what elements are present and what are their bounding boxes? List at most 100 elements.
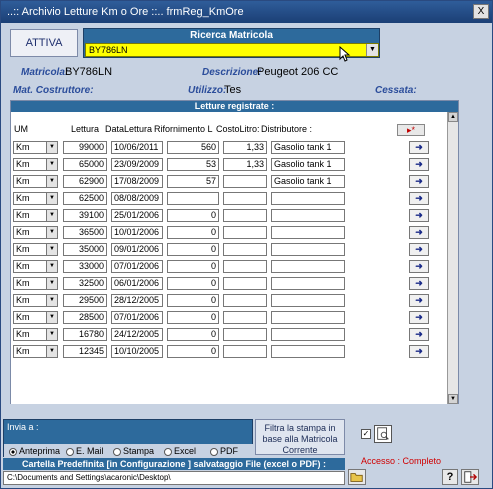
- distributore-field[interactable]: Gasolio tank 1: [271, 141, 345, 154]
- um-combo[interactable]: Km: [13, 243, 47, 256]
- arrow-right-icon[interactable]: ➜: [409, 141, 429, 154]
- distributore-field[interactable]: Gasolio tank 1: [271, 158, 345, 171]
- um-combo[interactable]: Km: [13, 158, 47, 171]
- distributore-field[interactable]: [271, 209, 345, 222]
- data-lettura-field[interactable]: 07/01/2006: [111, 311, 163, 324]
- rifornimento-field[interactable]: 0: [167, 277, 219, 290]
- arrow-right-icon[interactable]: ➜: [409, 243, 429, 256]
- data-lettura-field[interactable]: 24/12/2005: [111, 328, 163, 341]
- rifornimento-field[interactable]: 0: [167, 226, 219, 239]
- chevron-down-icon[interactable]: ▼: [46, 192, 58, 205]
- distributore-field[interactable]: [271, 277, 345, 290]
- data-lettura-field[interactable]: 23/09/2009: [111, 158, 163, 171]
- costo-litro-field[interactable]: [223, 294, 267, 307]
- data-lettura-field[interactable]: 10/01/2006: [111, 226, 163, 239]
- lettura-field[interactable]: 28500: [63, 311, 107, 324]
- costo-litro-field[interactable]: [223, 260, 267, 273]
- rifornimento-field[interactable]: 0: [167, 260, 219, 273]
- costo-litro-field[interactable]: [223, 243, 267, 256]
- filtra-checkbox[interactable]: ✓: [361, 429, 371, 439]
- folder-open-icon[interactable]: [348, 469, 366, 485]
- costo-litro-field[interactable]: 1,33: [223, 158, 267, 171]
- data-lettura-field[interactable]: 08/08/2009: [111, 192, 163, 205]
- um-combo[interactable]: Km: [13, 192, 47, 205]
- arrow-right-icon[interactable]: ➜: [409, 311, 429, 324]
- costo-litro-field[interactable]: [223, 277, 267, 290]
- distributore-field[interactable]: [271, 226, 345, 239]
- chevron-down-icon[interactable]: ▼: [46, 294, 58, 307]
- radio-email[interactable]: E. Mail: [66, 446, 104, 456]
- rifornimento-field[interactable]: 0: [167, 328, 219, 341]
- arrow-right-icon[interactable]: ➜: [409, 260, 429, 273]
- lettura-field[interactable]: 36500: [63, 226, 107, 239]
- ricerca-matricola-combo[interactable]: BY786LN ▼: [85, 43, 379, 57]
- costo-litro-field[interactable]: [223, 192, 267, 205]
- data-lettura-field[interactable]: 10/10/2005: [111, 345, 163, 358]
- arrow-right-icon[interactable]: ➜: [409, 175, 429, 188]
- arrow-right-icon[interactable]: ➜: [409, 226, 429, 239]
- um-combo[interactable]: Km: [13, 141, 47, 154]
- um-combo[interactable]: Km: [13, 226, 47, 239]
- print-preview-icon[interactable]: [374, 425, 392, 443]
- um-combo[interactable]: Km: [13, 175, 47, 188]
- rifornimento-field[interactable]: 560: [167, 141, 219, 154]
- chevron-down-icon[interactable]: ▼: [46, 226, 58, 239]
- radio-anteprima[interactable]: Anteprima: [9, 446, 60, 456]
- costo-litro-field[interactable]: [223, 311, 267, 324]
- rifornimento-field[interactable]: 0: [167, 243, 219, 256]
- lettura-field[interactable]: 16780: [63, 328, 107, 341]
- costo-litro-field[interactable]: [223, 209, 267, 222]
- chevron-down-icon[interactable]: ▼: [46, 209, 58, 222]
- scroll-up-icon[interactable]: ▲: [448, 112, 458, 122]
- attiva-button[interactable]: ATTIVA: [10, 29, 78, 57]
- um-combo[interactable]: Km: [13, 277, 47, 290]
- lettura-field[interactable]: 62900: [63, 175, 107, 188]
- data-lettura-field[interactable]: 06/01/2006: [111, 277, 163, 290]
- data-lettura-field[interactable]: 07/01/2006: [111, 260, 163, 273]
- lettura-field[interactable]: 12345: [63, 345, 107, 358]
- lettura-field[interactable]: 35000: [63, 243, 107, 256]
- distributore-field[interactable]: [271, 260, 345, 273]
- chevron-down-icon[interactable]: ▼: [46, 175, 58, 188]
- distributore-field[interactable]: [271, 345, 345, 358]
- data-lettura-field[interactable]: 25/01/2006: [111, 209, 163, 222]
- lettura-field[interactable]: 32500: [63, 277, 107, 290]
- distributore-field[interactable]: [271, 192, 345, 205]
- help-button[interactable]: ?: [442, 469, 458, 485]
- costo-litro-field[interactable]: [223, 175, 267, 188]
- cartella-path-field[interactable]: C:\Documents and Settings\acaronic\Deskt…: [3, 471, 345, 485]
- arrow-right-icon[interactable]: ➜: [409, 294, 429, 307]
- arrow-right-icon[interactable]: ➜: [409, 192, 429, 205]
- chevron-down-icon[interactable]: ▼: [46, 345, 58, 358]
- chevron-down-icon[interactable]: ▼: [46, 311, 58, 324]
- grid-scrollbar[interactable]: ▲ ▼: [447, 112, 458, 404]
- costo-litro-field[interactable]: [223, 328, 267, 341]
- data-lettura-field[interactable]: 09/01/2006: [111, 243, 163, 256]
- um-combo[interactable]: Km: [13, 294, 47, 307]
- um-combo[interactable]: Km: [13, 311, 47, 324]
- data-lettura-field[interactable]: 28/12/2005: [111, 294, 163, 307]
- radio-excel[interactable]: Excel: [164, 446, 196, 456]
- arrow-right-icon[interactable]: ➜: [409, 277, 429, 290]
- arrow-right-icon[interactable]: ➜: [409, 209, 429, 222]
- scroll-down-icon[interactable]: ▼: [448, 394, 458, 404]
- chevron-down-icon[interactable]: ▼: [46, 158, 58, 171]
- arrow-right-icon[interactable]: ➜: [409, 345, 429, 358]
- chevron-down-icon[interactable]: ▼: [46, 141, 58, 154]
- radio-pdf[interactable]: PDF: [210, 446, 238, 456]
- exit-door-icon[interactable]: [461, 469, 479, 485]
- costo-litro-field[interactable]: [223, 345, 267, 358]
- lettura-field[interactable]: 33000: [63, 260, 107, 273]
- radio-stampa[interactable]: Stampa: [113, 446, 154, 456]
- um-combo[interactable]: Km: [13, 328, 47, 341]
- rifornimento-field[interactable]: [167, 192, 219, 205]
- new-record-button[interactable]: ▸*: [397, 124, 425, 136]
- chevron-down-icon[interactable]: ▼: [46, 328, 58, 341]
- arrow-right-icon[interactable]: ➜: [409, 328, 429, 341]
- chevron-down-icon[interactable]: ▼: [46, 277, 58, 290]
- data-lettura-field[interactable]: 10/06/2011: [111, 141, 163, 154]
- lettura-field[interactable]: 65000: [63, 158, 107, 171]
- rifornimento-field[interactable]: 53: [167, 158, 219, 171]
- chevron-down-icon[interactable]: ▼: [46, 260, 58, 273]
- um-combo[interactable]: Km: [13, 209, 47, 222]
